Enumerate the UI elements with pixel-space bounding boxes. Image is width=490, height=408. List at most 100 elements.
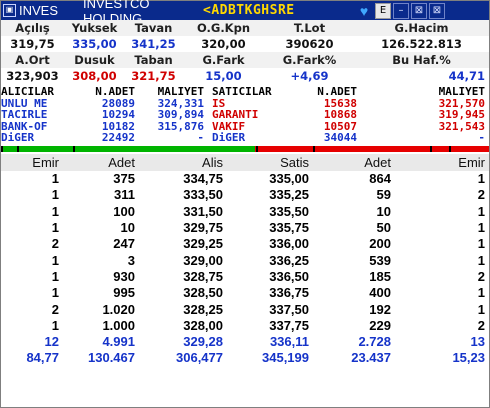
table-cell: 331,50 (183, 203, 223, 219)
table-cell: 100 (113, 203, 135, 219)
table-cell: 864 (369, 171, 391, 187)
table-cell: 306,477 (176, 350, 223, 366)
seller-name: GARANTI (212, 108, 259, 121)
table-cell: 13 (470, 334, 485, 350)
table-row[interactable]: 1 995 328,50 336,75 400 1 (1, 285, 489, 301)
table-cell: 539 (369, 252, 391, 268)
seller-qty: 34044 (323, 131, 357, 144)
stat-header: Dusuk (64, 52, 125, 68)
favorite-heart-icon[interactable]: ♥ (355, 3, 373, 19)
table-cell: 1 (51, 285, 59, 301)
window-menu-icon[interactable]: ▣ (3, 4, 16, 17)
table-cell: 3 (127, 252, 135, 268)
seller-qty: 10868 (323, 108, 357, 121)
table-cell: 333,50 (183, 187, 223, 203)
buyer-qty: 22492 (101, 131, 135, 144)
depth-header: N.ADET (95, 85, 135, 98)
col-header-ask-qty[interactable]: Adet (313, 153, 395, 171)
table-cell: 84,77 (26, 350, 59, 366)
table-cell: 328,25 (183, 301, 223, 317)
table-row[interactable]: 1 375 334,75 335,00 864 1 (1, 171, 489, 187)
table-cell: 336,11 (269, 334, 309, 350)
table-cell: 1 (477, 285, 485, 301)
table-cell: 1 (477, 220, 485, 236)
buy-sell-ratio-bar (1, 145, 489, 152)
depth-header: MALIYET (157, 85, 204, 98)
table-cell: 335,00 (269, 171, 309, 187)
totals-row[interactable]: 84,77 130.467 306,477 345,199 23.437 15,23 (1, 350, 489, 366)
buyer-cost: 315,876 (157, 119, 204, 133)
table-cell: 1 (477, 203, 485, 219)
stat-value-open: 319,75 (1, 36, 64, 52)
table-cell: 130.467 (88, 350, 135, 366)
table-row[interactable]: 1 930 328,75 336,50 185 2 (1, 268, 489, 284)
close-button[interactable]: ⊠ (429, 2, 445, 19)
stat-header: Yuksek (64, 20, 125, 36)
table-cell: 12 (44, 334, 59, 350)
table-row[interactable]: 1 3 329,00 336,25 539 1 (1, 252, 489, 268)
table-cell: 345,199 (262, 350, 309, 366)
table-cell: 336,50 (269, 268, 309, 284)
minimize-button[interactable]: – (393, 2, 409, 19)
stat-header: Tavan (125, 20, 182, 36)
table-cell: 400 (369, 285, 391, 301)
edit-button[interactable]: E (375, 2, 391, 19)
table-row[interactable]: 2 247 329,25 336,00 200 1 (1, 236, 489, 252)
stat-header: G.Hacim (354, 20, 489, 36)
col-header-bid-orders[interactable]: Emir (1, 153, 63, 171)
table-cell: 1 (51, 171, 59, 187)
table-cell: 59 (376, 187, 391, 203)
table-cell: 329,28 (183, 334, 223, 350)
stat-header: G.Fark% (265, 52, 354, 68)
buyer-cost: - (197, 131, 204, 144)
stat-value-ceiling: 341,25 (125, 36, 182, 52)
title-bar[interactable]: ▣ INVES INVESTCO HOLDING <ADBTKGHSRE ♥ E… (1, 0, 489, 26)
table-cell: 1 (51, 187, 59, 203)
bar-tick (17, 145, 19, 152)
col-header-bid-price[interactable]: Alis (139, 153, 227, 171)
buyer-qty: 10294 (101, 108, 135, 121)
stat-value-high: 335,00 (64, 36, 125, 52)
order-book-body: 1 375 334,75 335,00 864 1 1 311 333,50 335,25 59 2 1… (1, 171, 489, 367)
table-row[interactable]: 1 311 333,50 335,25 59 2 (1, 187, 489, 203)
table-cell: 336,00 (269, 236, 309, 252)
table-cell: 2 (477, 187, 485, 203)
table-cell: 328,00 (183, 317, 223, 333)
table-cell: 4.991 (102, 334, 135, 350)
col-header-ask-price[interactable]: Satis (227, 153, 313, 171)
table-cell: 1 (51, 317, 59, 333)
restore-button[interactable]: ⊠ (411, 2, 427, 19)
table-row[interactable]: 1 10 329,75 335,75 50 1 (1, 219, 489, 235)
stat-value-change: 15,00 (182, 68, 265, 84)
table-cell: 311 (114, 187, 135, 203)
col-header-ask-orders[interactable]: Emir (395, 153, 489, 171)
bar-tick (313, 145, 315, 152)
table-row[interactable]: 2 1.020 328,25 337,50 192 1 (1, 301, 489, 317)
table-row[interactable]: 1 100 331,50 335,50 10 1 (1, 203, 489, 219)
table-cell: 329,25 (183, 236, 223, 252)
bar-tick (1, 145, 3, 152)
ticker-text: <ADBTKGHSRE (203, 3, 295, 18)
depth-header: SATICILAR (212, 85, 272, 98)
stat-value-avg: 323,903 (1, 68, 64, 84)
stat-header: Bu Haf.% (354, 52, 489, 68)
buyer-cost: 309,894 (157, 108, 204, 121)
table-cell: 23.437 (351, 350, 391, 366)
broker-depth: ALICILAR N.ADET MALIYET SATICILAR N.ADET… (1, 86, 489, 144)
depth-header: N.ADET (317, 85, 357, 98)
table-cell: 336,75 (269, 285, 309, 301)
depth-header: MALIYET (438, 85, 485, 98)
table-header-row: Emir Adet Alis Satis Adet Emir (1, 153, 489, 171)
depth-header: ALICILAR (1, 85, 54, 98)
seller-cost: - (478, 131, 485, 144)
table-cell: 247 (113, 236, 135, 252)
totals-row[interactable]: 12 4.991 329,28 336,11 2.728 13 (1, 333, 489, 349)
table-cell: 1 (477, 171, 485, 187)
table-cell: 329,75 (183, 220, 223, 236)
table-row[interactable]: 1 1.000 328,00 337,75 229 2 (1, 317, 489, 333)
table-cell: 192 (369, 301, 391, 317)
seller-cost: 321,543 (438, 119, 485, 133)
table-cell: 335,75 (269, 220, 309, 236)
table-cell: 329,00 (183, 252, 223, 268)
col-header-bid-qty[interactable]: Adet (63, 153, 139, 171)
